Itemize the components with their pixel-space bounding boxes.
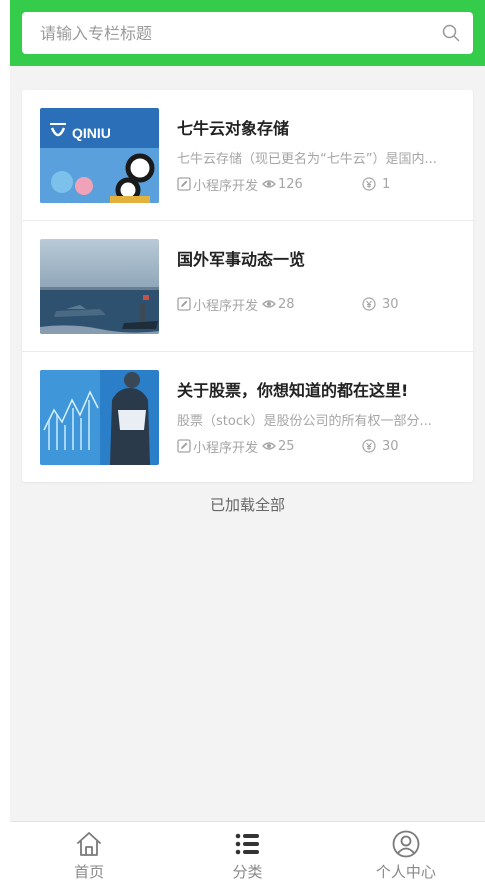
article-item[interactable]: 国外军事动态一览 小程序开发 28 30 [22, 221, 473, 352]
article-list: QINIU 七牛云对象存储 七牛云存储（现已更名为“七牛云”）是国内... 小程… [22, 90, 473, 482]
tab-home[interactable]: 首页 [10, 822, 168, 895]
article-description: 股票（stock）是股份公司的所有权一部分... [177, 414, 432, 429]
eye-icon [262, 442, 276, 450]
price-value: 1 [382, 176, 391, 192]
article-category: 小程序开发 [193, 298, 259, 314]
article-thumbnail[interactable] [40, 239, 159, 334]
article-category: 小程序开发 [193, 178, 259, 194]
article-meta: 小程序开发 25 30 [177, 437, 399, 456]
search-bar[interactable] [22, 12, 473, 54]
tab-profile-label[interactable]: 个人中心 [376, 861, 436, 882]
tab-home-label[interactable]: 首页 [74, 861, 104, 882]
edit-icon [177, 297, 191, 311]
article-meta: 小程序开发 126 1 [177, 175, 390, 194]
search-icon[interactable] [441, 23, 461, 43]
view-count-value: 25 [278, 438, 295, 454]
view-count: 25 [262, 439, 295, 454]
article-title[interactable]: 国外军事动态一览 [177, 246, 462, 270]
price-value: 30 [382, 438, 399, 454]
eye-icon [262, 180, 276, 188]
home-icon[interactable] [74, 829, 104, 859]
yen-icon [362, 177, 376, 191]
eye-icon [262, 300, 276, 308]
header [10, 0, 485, 66]
load-complete-text: 已加载全部 [209, 496, 285, 514]
article-category: 小程序开发 [193, 440, 259, 456]
app-screen: QINIU 七牛云对象存储 七牛云存储（现已更名为“七牛云”）是国内... 小程… [10, 0, 485, 895]
yen-icon [362, 297, 376, 311]
thumbnail-logo-text: QINIU [72, 125, 111, 141]
price: 1 [362, 177, 390, 192]
price: 30 [362, 297, 399, 312]
article-thumbnail[interactable]: QINIU [40, 108, 159, 203]
price-value: 30 [382, 296, 399, 312]
tab-category-label[interactable]: 分类 [232, 861, 262, 882]
tab-bar: 首页 分类 个人中心 [10, 821, 485, 895]
price: 30 [362, 439, 399, 454]
article-title[interactable]: 七牛云对象存储 [177, 115, 462, 139]
view-count-value: 28 [278, 296, 295, 312]
article-description: 七牛云存储（现已更名为“七牛云”）是国内... [177, 152, 437, 167]
yen-icon [362, 439, 376, 453]
list-icon[interactable] [232, 829, 262, 859]
search-input[interactable] [40, 23, 441, 43]
view-count: 28 [262, 297, 295, 312]
view-count: 126 [262, 177, 303, 192]
article-thumbnail[interactable] [40, 370, 159, 465]
tab-profile[interactable]: 个人中心 [327, 822, 485, 895]
article-title[interactable]: 关于股票，你想知道的都在这里! [177, 377, 462, 401]
edit-icon [177, 177, 191, 191]
article-item[interactable]: 关于股票，你想知道的都在这里! 股票（stock）是股份公司的所有权一部分...… [22, 352, 473, 482]
edit-icon [177, 439, 191, 453]
user-icon[interactable] [391, 829, 421, 859]
article-item[interactable]: QINIU 七牛云对象存储 七牛云存储（现已更名为“七牛云”）是国内... 小程… [22, 90, 473, 221]
tab-category[interactable]: 分类 [168, 822, 326, 895]
view-count-value: 126 [278, 176, 303, 192]
article-meta: 小程序开发 28 30 [177, 295, 399, 314]
